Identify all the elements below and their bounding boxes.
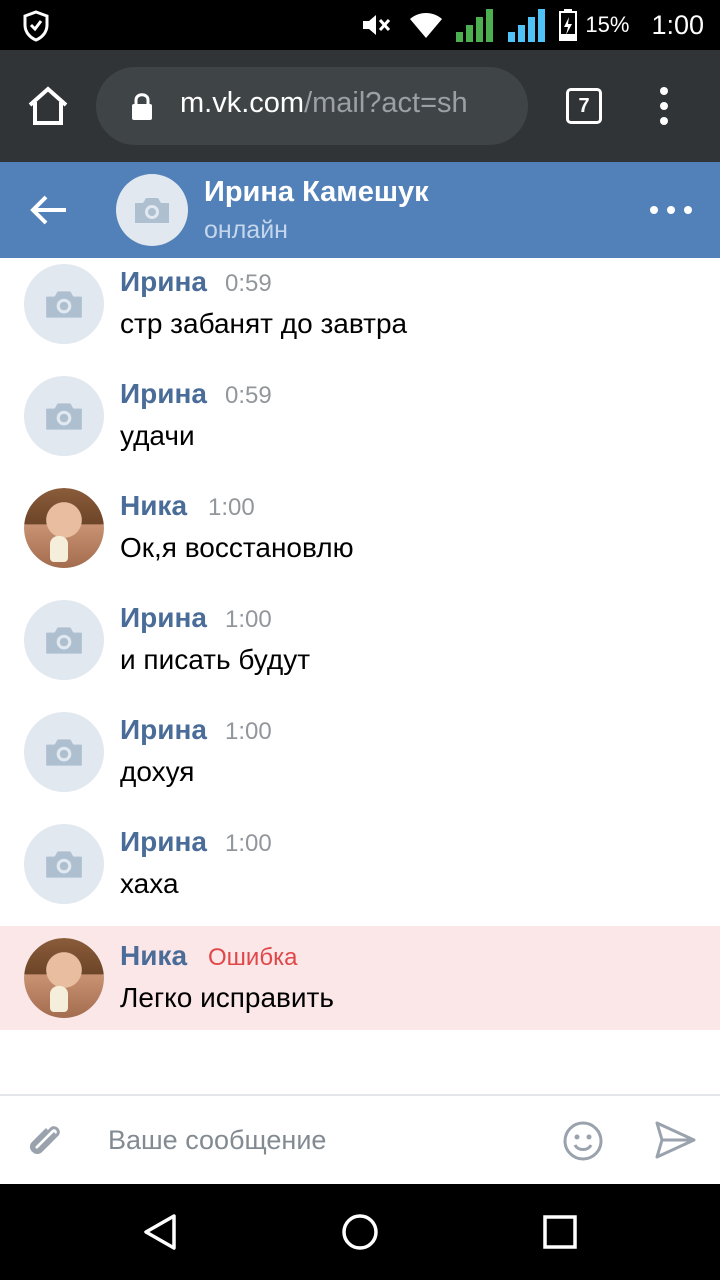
- avatar[interactable]: [116, 174, 188, 246]
- message-text: и писать будут: [120, 644, 311, 675]
- paperclip-icon[interactable]: [24, 1120, 66, 1162]
- message-author[interactable]: Ника: [120, 940, 187, 972]
- camera-icon: [135, 198, 169, 223]
- message-author[interactable]: Ирина: [120, 378, 207, 410]
- battery-percent: 15%: [585, 12, 630, 37]
- back-arrow-icon[interactable]: [28, 192, 70, 228]
- avatar[interactable]: [24, 264, 104, 344]
- camera-icon: [46, 403, 82, 430]
- home-icon[interactable]: [26, 84, 70, 128]
- avatar[interactable]: [24, 712, 104, 792]
- url-host: m.vk.com: [180, 87, 305, 119]
- message-text: Легко исправить: [120, 982, 334, 1013]
- message-item[interactable]: Ирина 1:00 дохуя: [0, 706, 720, 818]
- message-text: удачи: [120, 420, 195, 451]
- lock-icon: [132, 93, 152, 120]
- overflow-menu-icon[interactable]: [654, 86, 674, 126]
- message-text: хаха: [120, 868, 179, 899]
- chat-title[interactable]: Ирина Камешук: [204, 176, 429, 209]
- nav-home-icon[interactable]: [340, 1212, 380, 1252]
- message-text: стр забанят до завтра: [120, 308, 408, 339]
- emoji-icon[interactable]: [562, 1120, 604, 1162]
- message-text: дохуя: [120, 756, 195, 787]
- message-time: 0:59: [225, 270, 272, 297]
- message-author[interactable]: Ника: [120, 490, 187, 522]
- message-author[interactable]: Ирина: [120, 714, 207, 746]
- nav-recents-icon[interactable]: [542, 1214, 578, 1250]
- mute-icon: [361, 12, 391, 38]
- avatar[interactable]: [24, 376, 104, 456]
- message-list: Ирина 0:59 стр забанят до завтра Ирина 0…: [0, 258, 720, 1030]
- message-composer: [0, 1094, 720, 1184]
- avatar[interactable]: [24, 824, 104, 904]
- send-error-label[interactable]: Ошибка: [208, 944, 297, 972]
- wifi-icon: [409, 11, 443, 39]
- message-time: 1:00: [225, 830, 272, 857]
- avatar[interactable]: [24, 600, 104, 680]
- message-item[interactable]: Ирина 1:00 хаха: [0, 818, 720, 926]
- user-photo: [24, 488, 104, 568]
- send-icon[interactable]: [654, 1120, 696, 1160]
- message-time: 1:00: [208, 494, 255, 521]
- camera-icon: [46, 627, 82, 654]
- nav-back-icon[interactable]: [140, 1212, 180, 1252]
- signal-icon: [507, 8, 547, 42]
- message-item[interactable]: Ирина 0:59 стр забанят до завтра: [0, 258, 720, 370]
- message-item-failed[interactable]: Ника Ошибка Легко исправить: [0, 926, 720, 1030]
- message-time: 1:00: [225, 606, 272, 633]
- user-photo: [24, 938, 104, 1018]
- browser-toolbar: m.vk.com/mail?act=sh 7: [0, 50, 720, 162]
- message-input[interactable]: [108, 1120, 538, 1160]
- message-author[interactable]: Ирина: [120, 826, 207, 858]
- avatar[interactable]: [24, 488, 104, 568]
- more-options-icon[interactable]: [650, 200, 692, 220]
- status-bar: 15% 1:00: [0, 0, 720, 50]
- battery-icon: [559, 9, 578, 41]
- chat-header: Ирина Камешук онлайн: [0, 162, 720, 258]
- clock: 1:00: [651, 9, 704, 40]
- message-text: Ок,я восстановлю: [120, 532, 354, 563]
- online-status: онлайн: [204, 216, 288, 244]
- system-nav-bar: [0, 1184, 720, 1280]
- message-time: 1:00: [225, 718, 272, 745]
- message-item[interactable]: Ника 1:00 Ок,я восстановлю: [0, 482, 720, 594]
- address-bar[interactable]: m.vk.com/mail?act=sh: [96, 67, 528, 145]
- camera-icon: [46, 291, 82, 318]
- camera-icon: [46, 739, 82, 766]
- shield-icon: [23, 10, 49, 42]
- url-path: /mail?act=sh: [304, 87, 468, 119]
- tab-switcher-button[interactable]: 7: [566, 88, 602, 124]
- signal-icon: [455, 8, 495, 42]
- avatar[interactable]: [24, 938, 104, 1018]
- message-author[interactable]: Ирина: [120, 602, 207, 634]
- message-item[interactable]: Ирина 1:00 и писать будут: [0, 594, 720, 706]
- message-author[interactable]: Ирина: [120, 266, 207, 298]
- message-item[interactable]: Ирина 0:59 удачи: [0, 370, 720, 482]
- message-time: 0:59: [225, 382, 272, 409]
- camera-icon: [46, 851, 82, 878]
- url-text: m.vk.com/mail?act=sh: [180, 87, 468, 120]
